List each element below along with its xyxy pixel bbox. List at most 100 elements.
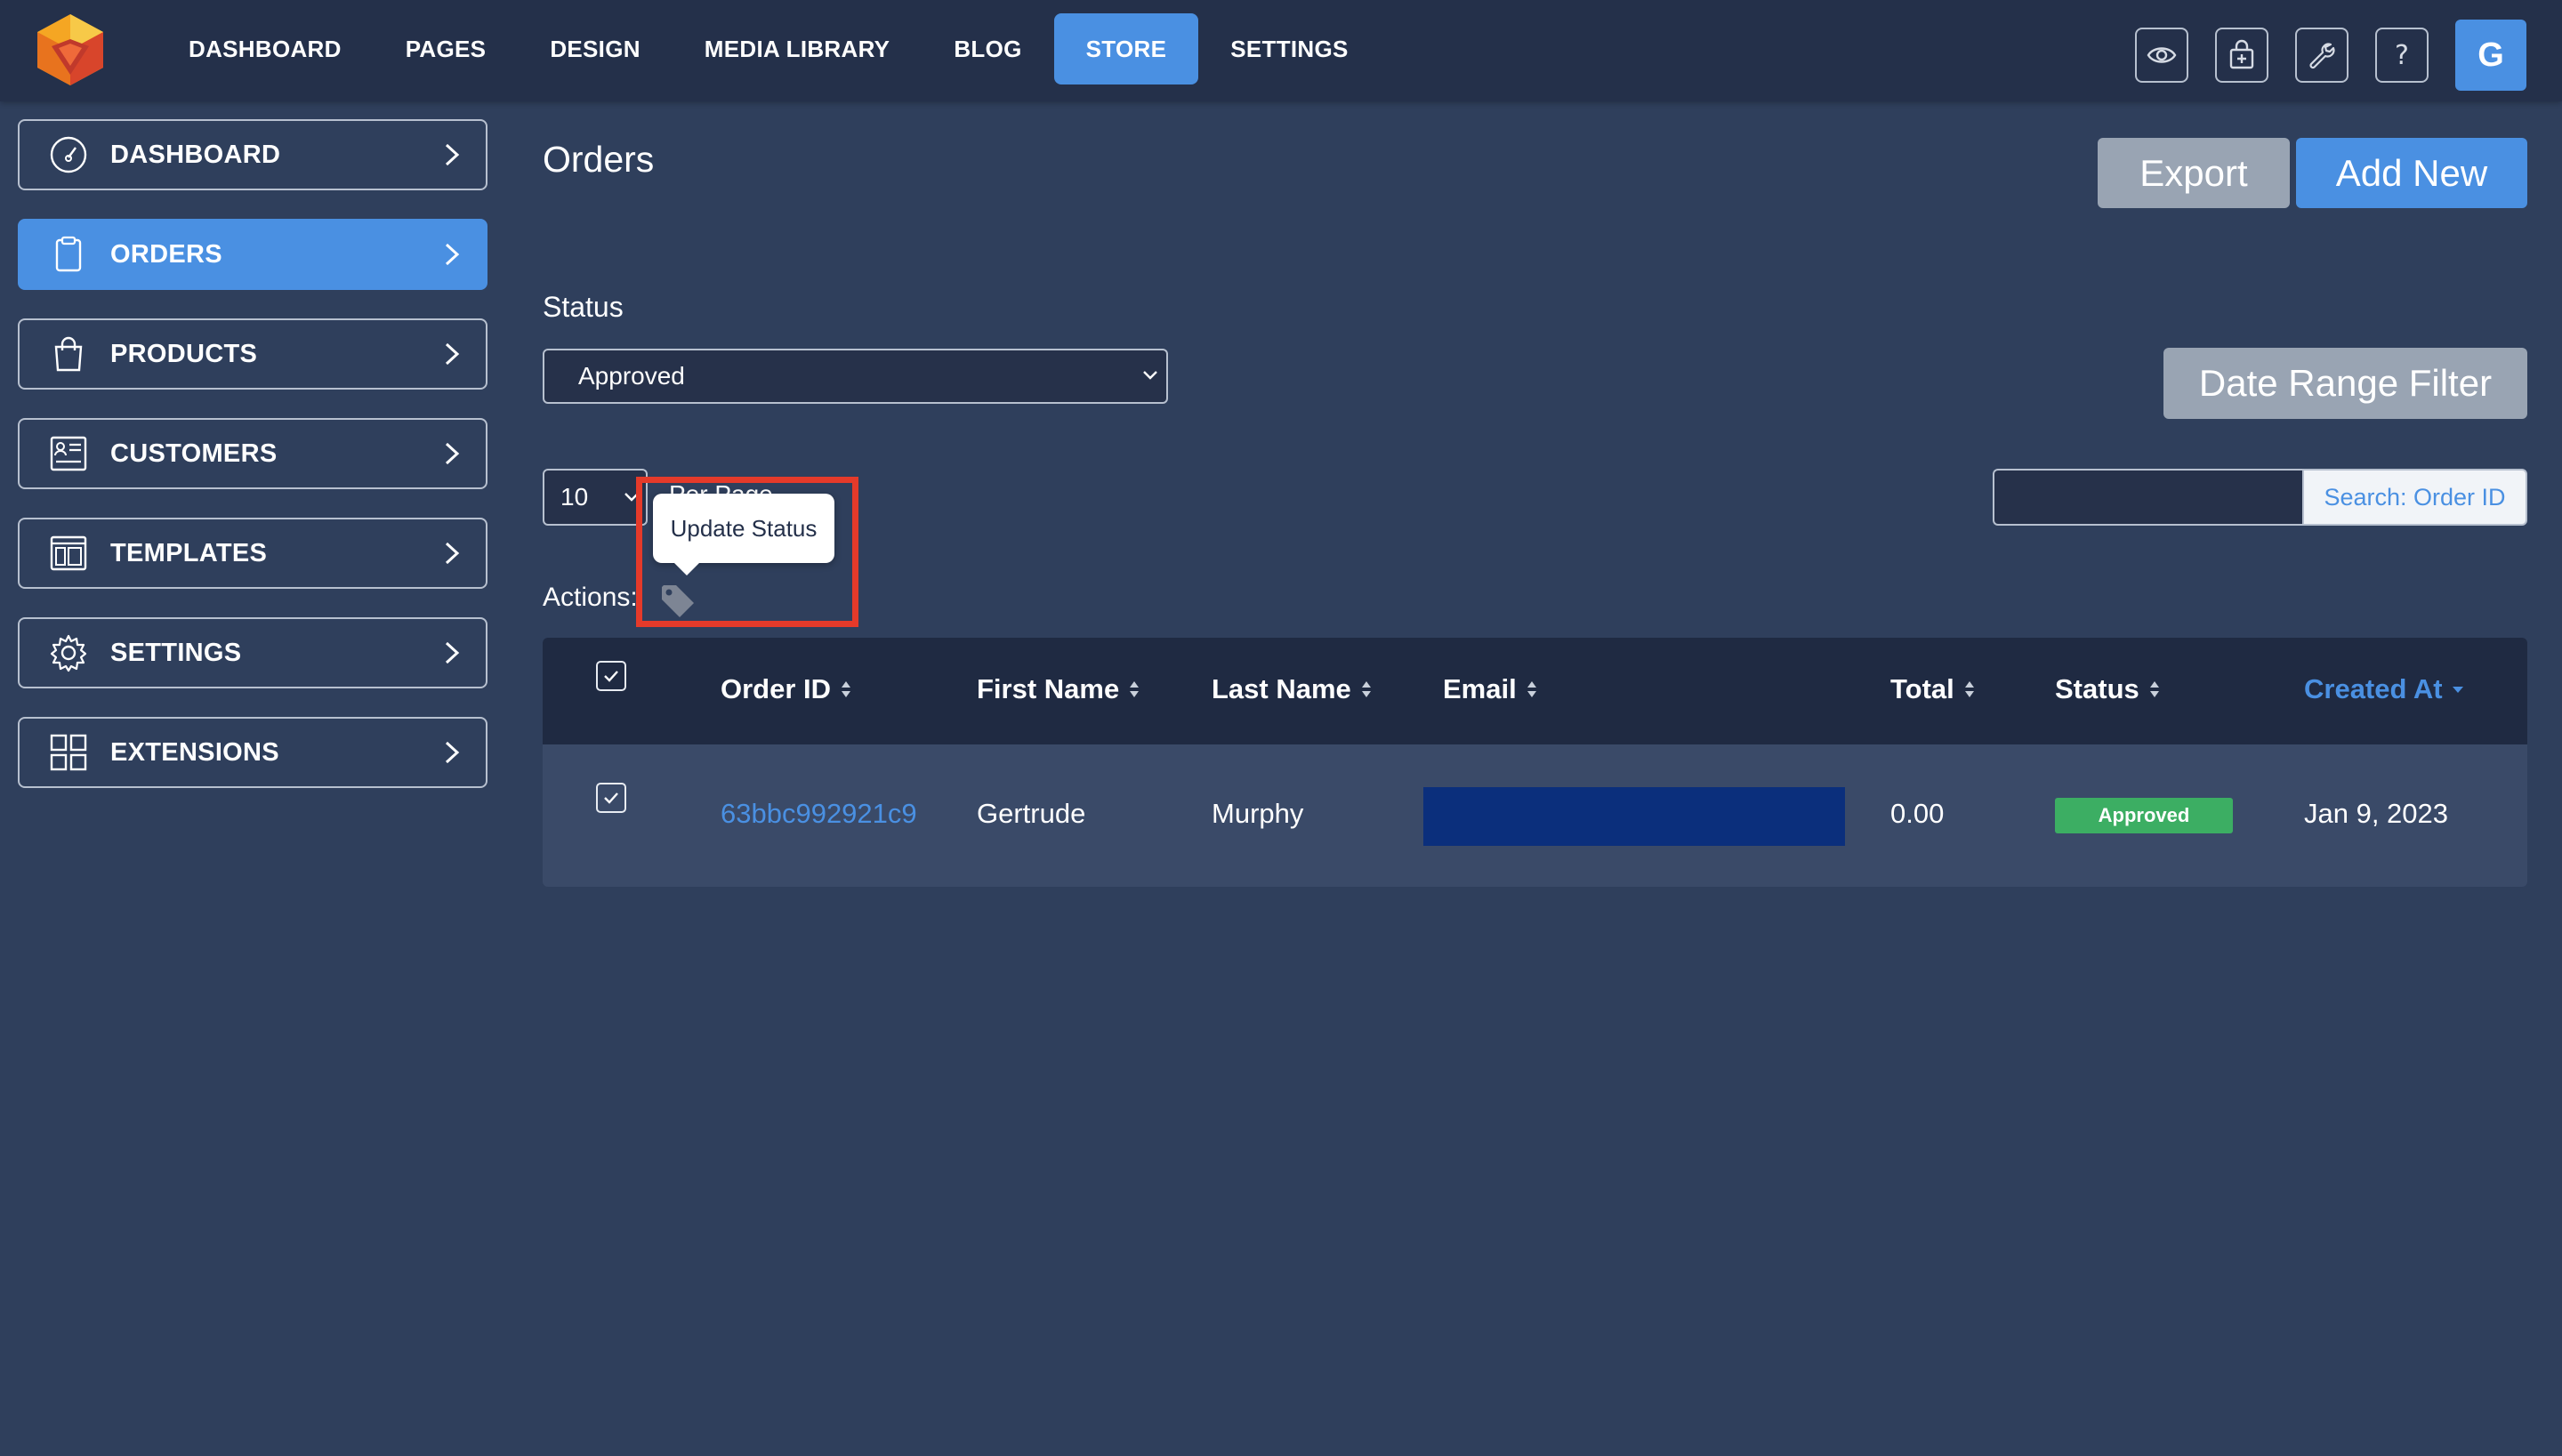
- layout-icon: [48, 533, 89, 574]
- column-label: First Name: [977, 673, 1120, 704]
- nav-blog[interactable]: BLOG: [922, 13, 1053, 84]
- column-header-status[interactable]: Status: [2055, 673, 2161, 705]
- search-input[interactable]: [1993, 469, 2304, 526]
- sidebar-item-label: SETTINGS: [110, 638, 242, 667]
- select-all-checkbox[interactable]: [596, 661, 626, 691]
- column-header-order-id[interactable]: Order ID: [721, 673, 852, 705]
- row-checkbox[interactable]: [596, 783, 626, 813]
- sort-icon: [2149, 681, 2159, 697]
- sidebar-item-orders[interactable]: ORDERS: [18, 219, 487, 290]
- last-name-cell: Murphy: [1212, 798, 1304, 829]
- email-cell-redacted: [1423, 787, 1845, 846]
- update-status-tooltip: Update Status: [653, 494, 834, 575]
- chevron-right-icon: [445, 641, 460, 664]
- sidebar-item-settings[interactable]: SETTINGS: [18, 617, 487, 688]
- column-label: Order ID: [721, 673, 832, 704]
- tools-button[interactable]: [2295, 28, 2348, 83]
- nav-design[interactable]: DESIGN: [518, 13, 672, 84]
- sort-icon: [1527, 681, 1536, 697]
- sidebar: DASHBOARD ORDERS PRODUCTS CUSTOMERS TEMP…: [18, 119, 487, 816]
- order-id-link[interactable]: 63bbc992921c9: [721, 798, 917, 830]
- export-button[interactable]: Export: [2098, 138, 2290, 208]
- sidebar-item-dashboard[interactable]: DASHBOARD: [18, 119, 487, 190]
- address-card-icon: [48, 433, 89, 474]
- status-filter-value: Approved: [578, 362, 685, 390]
- per-page-select[interactable]: 10: [543, 469, 648, 526]
- first-name-cell: Gertrude: [977, 798, 1086, 829]
- svg-text:?: ?: [2395, 40, 2409, 71]
- sidebar-item-extensions[interactable]: EXTENSIONS: [18, 717, 487, 788]
- actions-label: Actions:: [543, 583, 638, 612]
- chevron-right-icon: [445, 741, 460, 764]
- nav-pages[interactable]: PAGES: [374, 13, 519, 84]
- column-label: Created At: [2304, 673, 2443, 704]
- tag-icon[interactable]: [658, 582, 696, 619]
- preview-button[interactable]: [2135, 28, 2188, 83]
- column-header-email[interactable]: Email: [1443, 673, 1538, 705]
- status-badge: Approved: [2055, 798, 2233, 833]
- status-filter-label: Status: [543, 291, 624, 323]
- gear-icon: [48, 632, 89, 673]
- wrench-icon: [2309, 43, 2335, 69]
- sidebar-item-label: PRODUCTS: [110, 339, 258, 368]
- sidebar-item-label: ORDERS: [110, 239, 222, 269]
- sidebar-item-customers[interactable]: CUSTOMERS: [18, 418, 487, 489]
- sort-icon: [1361, 681, 1371, 697]
- column-header-created-at[interactable]: Created At: [2304, 673, 2464, 705]
- chevron-right-icon: [445, 143, 460, 166]
- orders-table: Order ID First Name Last Name Email Tota…: [543, 638, 2527, 887]
- search-order-id-button[interactable]: Search: Order ID: [2302, 469, 2527, 526]
- column-label: Total: [1890, 673, 1954, 704]
- shopping-bag-icon: [48, 334, 89, 374]
- sidebar-item-products[interactable]: PRODUCTS: [18, 318, 487, 390]
- top-toolbar: ? G: [2135, 20, 2526, 91]
- date-range-filter-button[interactable]: Date Range Filter: [2163, 348, 2527, 419]
- sort-icon: [1964, 681, 1974, 697]
- sort-icon: [842, 681, 851, 697]
- nav-settings[interactable]: SETTINGS: [1198, 13, 1380, 84]
- chevron-right-icon: [445, 442, 460, 465]
- sidebar-item-templates[interactable]: TEMPLATES: [18, 518, 487, 589]
- column-header-total[interactable]: Total: [1890, 673, 1976, 705]
- store-button[interactable]: [2215, 28, 2268, 83]
- help-icon: ?: [2395, 40, 2409, 71]
- column-header-first-name[interactable]: First Name: [977, 673, 1140, 705]
- chevron-right-icon: [445, 243, 460, 266]
- eye-icon: [2147, 47, 2177, 63]
- sort-desc-icon: [2452, 687, 2463, 693]
- sidebar-item-label: DASHBOARD: [110, 140, 281, 169]
- nav-media-library[interactable]: MEDIA LIBRARY: [673, 13, 922, 84]
- main-nav: DASHBOARD PAGES DESIGN MEDIA LIBRARY BLO…: [157, 13, 1381, 84]
- column-header-last-name[interactable]: Last Name: [1212, 673, 1373, 705]
- status-filter-select[interactable]: Approved: [543, 349, 1168, 404]
- sidebar-item-label: TEMPLATES: [110, 538, 268, 567]
- per-page-value: 10: [560, 483, 589, 511]
- nav-store[interactable]: STORE: [1053, 13, 1199, 84]
- check-icon: [604, 792, 618, 804]
- sidebar-item-label: CUSTOMERS: [110, 438, 278, 468]
- shopping-bag-icon: [2229, 39, 2254, 69]
- sidebar-item-label: EXTENSIONS: [110, 737, 279, 767]
- nav-dashboard[interactable]: DASHBOARD: [157, 13, 374, 84]
- created-at-cell: Jan 9, 2023: [2304, 798, 2449, 829]
- chevron-right-icon: [445, 342, 460, 366]
- grid-icon: [48, 732, 89, 773]
- top-navbar: DASHBOARD PAGES DESIGN MEDIA LIBRARY BLO…: [0, 0, 2562, 101]
- user-avatar[interactable]: G: [2455, 20, 2526, 91]
- table-header: Order ID First Name Last Name Email Tota…: [543, 638, 2527, 744]
- column-label: Last Name: [1212, 673, 1351, 704]
- gauge-icon: [48, 134, 89, 175]
- total-cell: 0.00: [1890, 798, 1945, 829]
- sort-icon: [1130, 681, 1140, 697]
- chevron-right-icon: [445, 542, 460, 565]
- chevron-down-icon: [1143, 371, 1157, 380]
- check-icon: [604, 671, 618, 682]
- add-new-button[interactable]: Add New: [2296, 138, 2527, 208]
- clipboard-icon: [48, 234, 89, 275]
- help-button[interactable]: ?: [2375, 28, 2429, 83]
- column-label: Email: [1443, 673, 1517, 704]
- page-title: Orders: [543, 139, 655, 180]
- chevron-down-icon: [624, 493, 639, 502]
- logo[interactable]: [34, 12, 107, 87]
- column-label: Status: [2055, 673, 2139, 704]
